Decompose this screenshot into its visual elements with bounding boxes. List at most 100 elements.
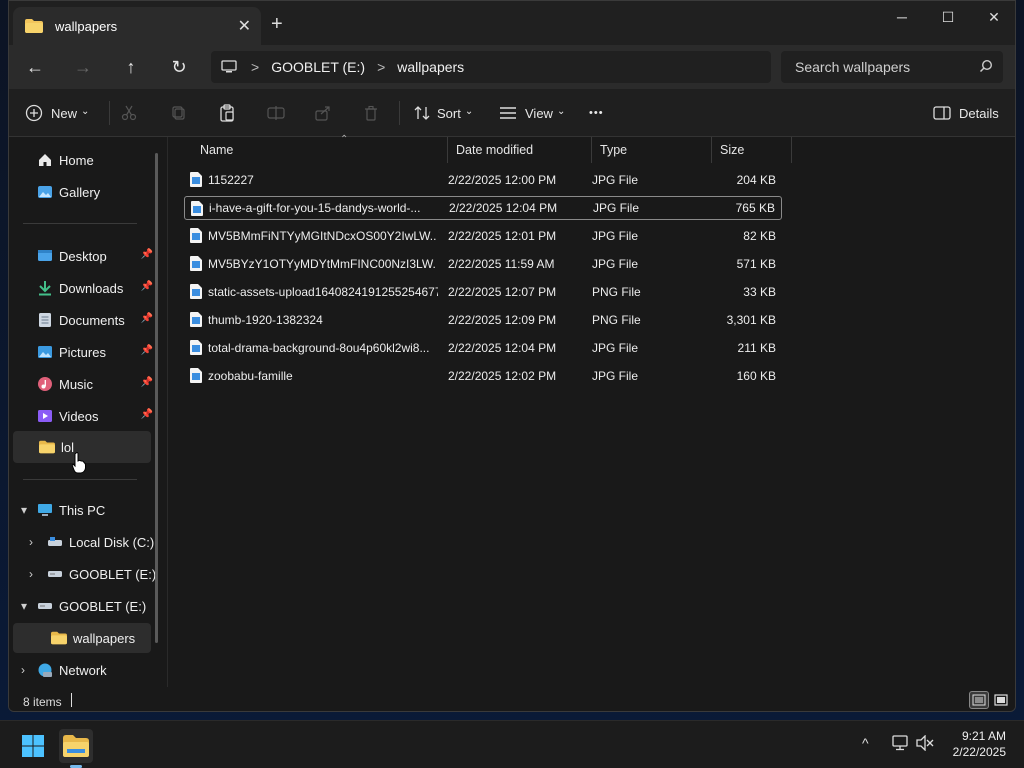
table-row[interactable]: zoobabu-famille 2/22/2025 12:02 PM JPG F… <box>184 364 782 388</box>
start-button[interactable] <box>16 729 50 763</box>
pictures-icon <box>37 344 53 360</box>
file-size: 211 KB <box>737 341 776 355</box>
sort-ascending-icon: ⌃ <box>340 134 349 145</box>
sidebar-item-gallery[interactable]: Gallery <box>37 177 173 207</box>
new-button[interactable]: New ⌄ <box>25 101 89 125</box>
file-name: MV5BYzY1OTYyMDYtMmFINC00NzI3LW... <box>208 257 436 271</box>
tiles-view-toggle[interactable] <box>991 691 1011 709</box>
sidebar-item-gooblet-e[interactable]: GOOBLET (E:) <box>47 559 159 589</box>
tab-wallpapers[interactable]: wallpapers ✕ <box>13 7 261 45</box>
paste-button[interactable] <box>219 101 235 125</box>
sidebar-item-gooblet-e-expanded[interactable]: GOOBLET (E:) <box>37 591 173 621</box>
table-row[interactable]: MV5BYzY1OTYyMDYtMmFINC00NzI3LW... 2/22/2… <box>184 252 782 276</box>
rename-button[interactable] <box>267 101 285 125</box>
column-header-date[interactable]: Date modified <box>448 137 592 163</box>
file-explorer-window: wallpapers ✕ + ─ ☐ ✕ ← → ↑ ↻ > GOOBLET (… <box>8 0 1016 712</box>
image-file-icon <box>190 312 202 327</box>
table-row[interactable]: thumb-1920-1382324 2/22/2025 12:09 PM PN… <box>184 308 782 332</box>
sidebar-scrollbar[interactable] <box>155 153 158 643</box>
new-tab-button[interactable]: + <box>271 13 283 36</box>
pin-icon[interactable]: 📌 <box>141 345 153 356</box>
tab-title: wallpapers <box>55 18 118 34</box>
pin-icon[interactable]: 📌 <box>141 377 153 388</box>
back-button[interactable]: ← <box>19 53 51 81</box>
clock-time: 9:21 AM <box>961 729 1006 743</box>
up-button[interactable]: ↑ <box>115 53 147 81</box>
file-size: 3,301 KB <box>726 313 776 327</box>
music-icon <box>37 376 53 392</box>
sidebar-item-desktop[interactable]: Desktop 📌 <box>37 241 155 271</box>
sidebar-item-home[interactable]: Home <box>37 145 173 175</box>
table-row[interactable]: MV5BMmFiNTYyMGItNDcxOS00Y2IwLW... 2/22/2… <box>184 224 782 248</box>
copy-button[interactable] <box>171 101 187 125</box>
sidebar-item-label: This PC <box>59 502 106 518</box>
sidebar-item-pictures[interactable]: Pictures 📌 <box>37 337 155 367</box>
new-label: New <box>51 105 78 121</box>
chevron-down-icon: ⌄ <box>464 105 474 117</box>
column-header-name[interactable]: Name ⌃ <box>192 134 448 163</box>
close-window-button[interactable]: ✕ <box>971 1 1015 33</box>
tray-overflow-chevron-icon[interactable]: ^ <box>862 735 869 751</box>
plus-circle-icon <box>25 104 43 122</box>
column-header-size[interactable]: Size <box>712 137 792 163</box>
more-options-button[interactable]: ••• <box>589 101 604 125</box>
volume-muted-icon[interactable] <box>916 734 934 754</box>
drive-icon <box>47 566 63 582</box>
address-bar[interactable]: > GOOBLET (E:) > wallpapers <box>211 51 771 83</box>
chevron-down-icon[interactable]: ▾ <box>21 599 27 613</box>
drive-icon <box>37 598 53 614</box>
column-header-type[interactable]: Type <box>592 137 712 163</box>
table-row[interactable]: total-drama-background-8ou4p60kl2wi8... … <box>184 336 782 360</box>
breadcrumb-wallpapers[interactable]: wallpapers <box>397 59 464 75</box>
system-clock[interactable]: 9:21 AM 2/22/2025 <box>953 728 1006 760</box>
pin-icon[interactable]: 📌 <box>141 409 153 420</box>
details-pane-button[interactable]: Details <box>933 101 999 125</box>
gallery-icon <box>37 184 53 200</box>
pin-icon[interactable]: 📌 <box>141 249 153 260</box>
pin-icon[interactable]: 📌 <box>141 313 153 324</box>
taskbar-file-explorer[interactable] <box>59 729 93 763</box>
sidebar-item-wallpapers[interactable]: wallpapers <box>13 623 151 653</box>
sidebar-item-this-pc[interactable]: This PC <box>37 495 173 525</box>
view-label: View <box>525 105 553 121</box>
chevron-right-icon[interactable]: › <box>21 663 25 677</box>
table-row[interactable]: i-have-a-gift-for-you-15-dandys-world-..… <box>184 196 782 220</box>
tab-close-button[interactable]: ✕ <box>238 16 251 36</box>
sidebar-item-local-disk-c[interactable]: Local Disk (C:) <box>47 527 159 557</box>
breadcrumb-gooblet[interactable]: GOOBLET (E:) <box>271 59 365 75</box>
maximize-button[interactable]: ☐ <box>925 1 971 33</box>
toolbar-divider <box>399 101 400 125</box>
network-tray-icon[interactable] <box>892 735 910 754</box>
share-button[interactable] <box>315 101 331 125</box>
details-view-toggle[interactable] <box>969 691 989 709</box>
chevron-down-icon[interactable]: ▾ <box>21 503 27 517</box>
forward-button[interactable]: → <box>67 53 99 81</box>
sidebar-item-music[interactable]: Music 📌 <box>37 369 155 399</box>
file-date: 2/22/2025 12:00 PM <box>448 173 557 187</box>
sort-button[interactable]: Sort ⌄ <box>413 101 473 125</box>
view-button[interactable]: View ⌄ <box>499 101 565 125</box>
image-file-icon <box>190 340 202 355</box>
refresh-button[interactable]: ↻ <box>163 53 195 81</box>
sidebar-item-videos[interactable]: Videos 📌 <box>37 401 155 431</box>
search-input[interactable]: Search wallpapers <box>781 51 1003 83</box>
delete-button[interactable] <box>363 101 379 125</box>
file-size: 571 KB <box>736 257 776 271</box>
table-row[interactable]: 1152227 2/22/2025 12:00 PM JPG File 204 … <box>184 168 782 192</box>
chevron-right-icon[interactable]: › <box>29 567 33 581</box>
cut-button[interactable] <box>121 101 137 125</box>
command-bar: New ⌄ Sort ⌄ View ⌄ ••• Details <box>9 89 1015 137</box>
navigation-bar: ← → ↑ ↻ > GOOBLET (E:) > wallpapers Sear… <box>9 45 1015 89</box>
sidebar-item-documents[interactable]: Documents 📌 <box>37 305 155 335</box>
table-row[interactable]: static-assets-upload16408241912552546772… <box>184 280 782 304</box>
status-divider <box>71 693 72 707</box>
column-label: Type <box>600 143 628 157</box>
file-name: total-drama-background-8ou4p60kl2wi8... <box>208 341 430 355</box>
pin-icon[interactable]: 📌 <box>141 281 153 292</box>
minimize-button[interactable]: ─ <box>879 1 925 33</box>
sidebar-item-downloads[interactable]: Downloads 📌 <box>37 273 155 303</box>
chevron-right-icon[interactable]: › <box>29 535 33 549</box>
file-date: 2/22/2025 12:02 PM <box>448 369 557 383</box>
file-type: JPG File <box>593 201 640 215</box>
sidebar-item-network[interactable]: Network <box>37 655 173 685</box>
